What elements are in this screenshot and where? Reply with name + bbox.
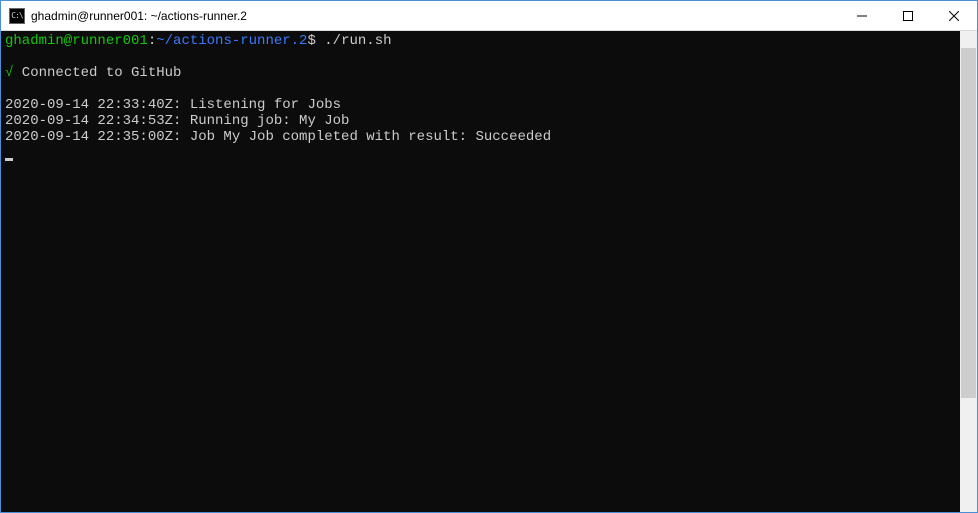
window-controls	[839, 1, 977, 30]
log-line: 2020-09-14 22:35:00Z: Job My Job complet…	[5, 129, 551, 145]
prompt-separator: :	[148, 33, 156, 49]
scrollbar-thumb[interactable]	[961, 48, 976, 398]
prompt-path: ~/actions-runner.2	[156, 33, 307, 49]
terminal-content[interactable]: ghadmin@runner001:~/actions-runner.2$ ./…	[1, 31, 960, 512]
window-titlebar: C:\ ghadmin@runner001: ~/actions-runner.…	[1, 1, 977, 31]
window-title: ghadmin@runner001: ~/actions-runner.2	[31, 9, 839, 23]
minimize-button[interactable]	[839, 1, 885, 30]
maximize-icon	[903, 11, 913, 21]
prompt-dollar: $	[307, 33, 315, 49]
terminal-cursor	[5, 158, 13, 161]
connected-text: Connected to GitHub	[13, 65, 181, 81]
close-icon	[949, 11, 959, 21]
maximize-button[interactable]	[885, 1, 931, 30]
vertical-scrollbar[interactable]	[960, 31, 977, 512]
command-text: ./run.sh	[316, 33, 392, 49]
log-line: 2020-09-14 22:34:53Z: Running job: My Jo…	[5, 113, 349, 129]
terminal-area: ghadmin@runner001:~/actions-runner.2$ ./…	[1, 31, 977, 512]
terminal-icon: C:\	[9, 8, 25, 24]
log-line: 2020-09-14 22:33:40Z: Listening for Jobs	[5, 97, 341, 113]
prompt-user-host: ghadmin@runner001	[5, 33, 148, 49]
minimize-icon	[857, 11, 867, 21]
close-button[interactable]	[931, 1, 977, 30]
